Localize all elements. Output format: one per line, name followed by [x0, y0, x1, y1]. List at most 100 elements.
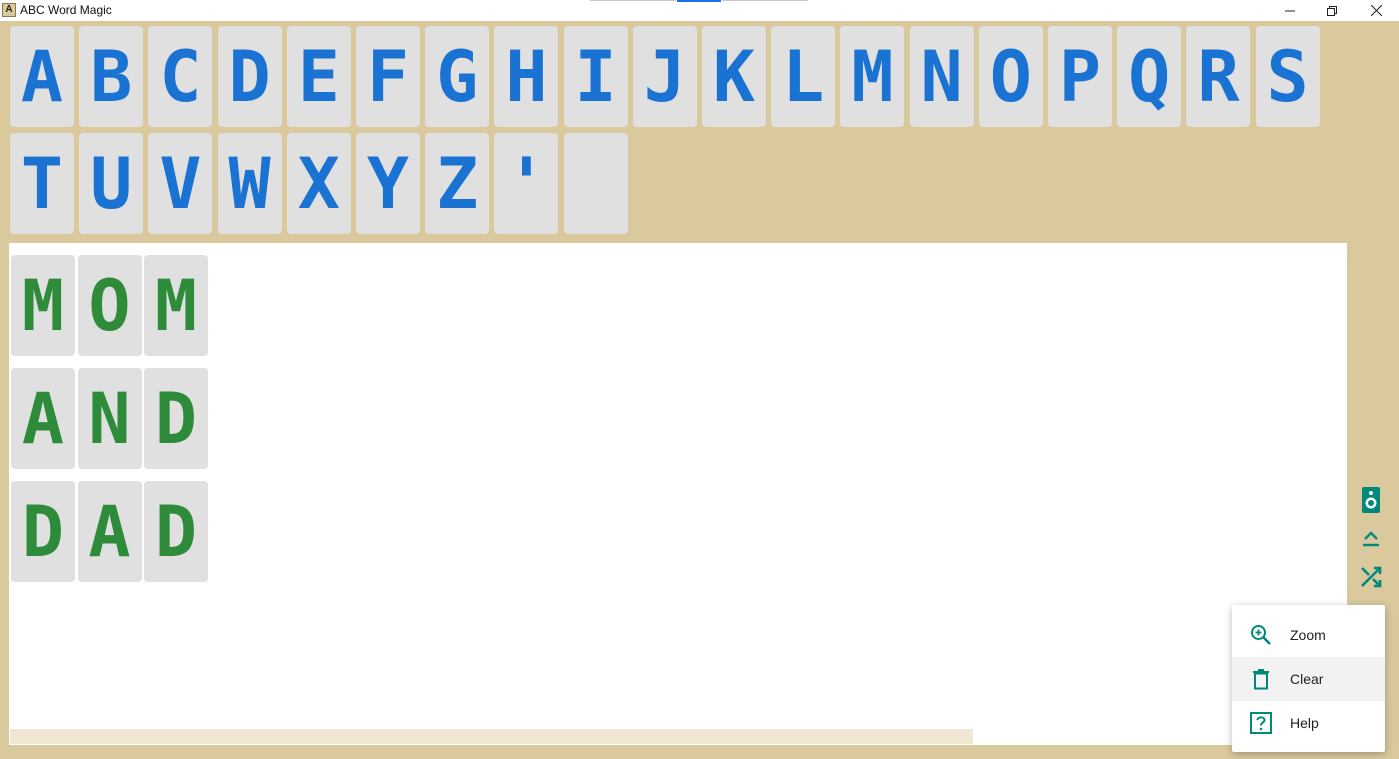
close-icon	[1370, 5, 1382, 16]
letter-glyph: M	[851, 35, 894, 118]
letter-tile-b[interactable]: B	[79, 26, 144, 127]
letter-tile-t[interactable]: T	[10, 133, 74, 234]
letter-glyph: D	[228, 35, 271, 118]
letter-tile-v[interactable]: V	[148, 133, 213, 234]
letter-glyph: J	[643, 35, 686, 118]
word-tile[interactable]: D	[11, 481, 75, 582]
word-tile[interactable]: N	[77, 368, 142, 469]
letter-glyph: X	[297, 142, 340, 225]
letter-tile-p[interactable]: P	[1048, 26, 1112, 127]
word-letter: A	[21, 377, 65, 460]
letter-glyph: K	[712, 35, 756, 118]
minimize-button[interactable]	[1268, 0, 1312, 21]
letter-glyph: P	[1058, 35, 1102, 118]
word-letter: D	[154, 377, 198, 460]
word-tile[interactable]: M	[11, 255, 75, 356]
letter-tile-n[interactable]: N	[909, 26, 974, 127]
letter-tile-m[interactable]: M	[840, 26, 905, 127]
letter-glyph: R	[1197, 35, 1240, 118]
letter-tile-y[interactable]: Y	[356, 133, 420, 234]
letter-tile-w[interactable]: W	[217, 133, 282, 234]
letter-tile-r[interactable]: R	[1186, 26, 1251, 127]
letter-glyph: Z	[436, 142, 479, 225]
menu-item-zoom[interactable]: Zoom	[1232, 613, 1385, 657]
word-tile[interactable]: A	[11, 368, 75, 469]
minimize-icon	[1285, 10, 1295, 11]
letter-tile-j[interactable]: J	[632, 26, 697, 127]
context-menu: Zoom Clear Help	[1232, 605, 1385, 752]
close-button[interactable]	[1354, 0, 1398, 21]
collapse-up-icon[interactable]	[1357, 525, 1385, 553]
zoom-in-icon	[1251, 625, 1271, 645]
letter-glyph: N	[920, 35, 963, 118]
app-frame: A B C D E F G H I J K L M N O P Q R S T U V W X Y Z ' MOMANDDAD	[0, 21, 1399, 759]
letter-tile-i[interactable]: I	[563, 26, 628, 127]
word-tile[interactable]: D	[144, 481, 208, 582]
menu-item-label: Clear	[1290, 671, 1324, 687]
letter-tile-h[interactable]: H	[494, 26, 559, 127]
letter-glyph: T	[20, 142, 64, 225]
letter-tile-f[interactable]: F	[356, 26, 420, 127]
letter-glyph: E	[297, 35, 340, 118]
letter-glyph: B	[90, 35, 133, 118]
restore-icon	[1327, 5, 1337, 16]
letter-glyph: F	[366, 35, 410, 118]
letter-glyph: Q	[1128, 35, 1171, 118]
word-tile[interactable]: M	[144, 255, 208, 356]
word-board[interactable]: MOMANDDAD	[9, 243, 1347, 745]
letter-glyph: L	[782, 35, 825, 118]
menu-item-clear[interactable]: Clear	[1232, 657, 1385, 701]
letter-tile-a[interactable]: A	[10, 26, 74, 127]
letter-glyph: U	[90, 142, 133, 225]
letter-glyph: S	[1266, 35, 1309, 118]
letter-tile-apostrophe[interactable]: '	[494, 133, 559, 234]
letter-tile-e[interactable]: E	[286, 26, 351, 127]
word-tile[interactable]: D	[144, 368, 208, 469]
letter-glyph: I	[574, 35, 617, 118]
letter-tile-c[interactable]: C	[148, 26, 213, 127]
restore-button[interactable]	[1310, 0, 1354, 21]
help-icon	[1250, 712, 1272, 734]
letter-tile-l[interactable]: L	[771, 26, 836, 127]
letter-tile-x[interactable]: X	[286, 133, 351, 234]
letter-glyph: G	[436, 35, 479, 118]
word-tile[interactable]: A	[77, 481, 142, 582]
letter-tile-o[interactable]: O	[978, 26, 1043, 127]
title-divider	[590, 0, 676, 1]
trash-icon	[1253, 669, 1269, 690]
word-letter: D	[21, 490, 65, 573]
word-letter: O	[88, 264, 131, 347]
word-tile[interactable]: O	[77, 255, 142, 356]
letter-glyph: '	[505, 142, 548, 225]
horizontal-scrollbar[interactable]	[10, 729, 973, 744]
word-letter: M	[21, 264, 65, 347]
letter-glyph: V	[159, 142, 202, 225]
letter-tile-z[interactable]: Z	[425, 133, 490, 234]
word-letter: A	[88, 490, 131, 573]
menu-item-help[interactable]: Help	[1232, 701, 1385, 745]
letter-tile-s[interactable]: S	[1255, 26, 1320, 127]
shuffle-icon[interactable]	[1357, 563, 1385, 591]
letter-glyph: A	[20, 35, 64, 118]
letter-tile-d[interactable]: D	[217, 26, 282, 127]
letter-glyph: O	[989, 35, 1032, 118]
letter-tile-u[interactable]: U	[79, 133, 144, 234]
title-divider	[722, 0, 808, 1]
title-bar: A ABC Word Magic	[0, 0, 1399, 21]
letter-tile-blank[interactable]	[563, 133, 628, 234]
letter-glyph: W	[228, 142, 271, 225]
letter-glyph: Y	[366, 142, 410, 225]
window-title: ABC Word Magic	[20, 3, 112, 17]
letter-tile-k[interactable]: K	[702, 26, 766, 127]
menu-item-label: Zoom	[1290, 627, 1326, 643]
speaker-icon[interactable]	[1357, 486, 1385, 514]
letter-glyph: H	[505, 35, 548, 118]
letter-tile-g[interactable]: G	[425, 26, 490, 127]
letter-glyph: C	[159, 35, 202, 118]
letter-tile-q[interactable]: Q	[1117, 26, 1182, 127]
word-letter: M	[154, 264, 198, 347]
menu-item-label: Help	[1290, 715, 1319, 731]
word-letter: D	[154, 490, 198, 573]
title-accent	[677, 0, 721, 2]
app-icon: A	[2, 3, 16, 17]
